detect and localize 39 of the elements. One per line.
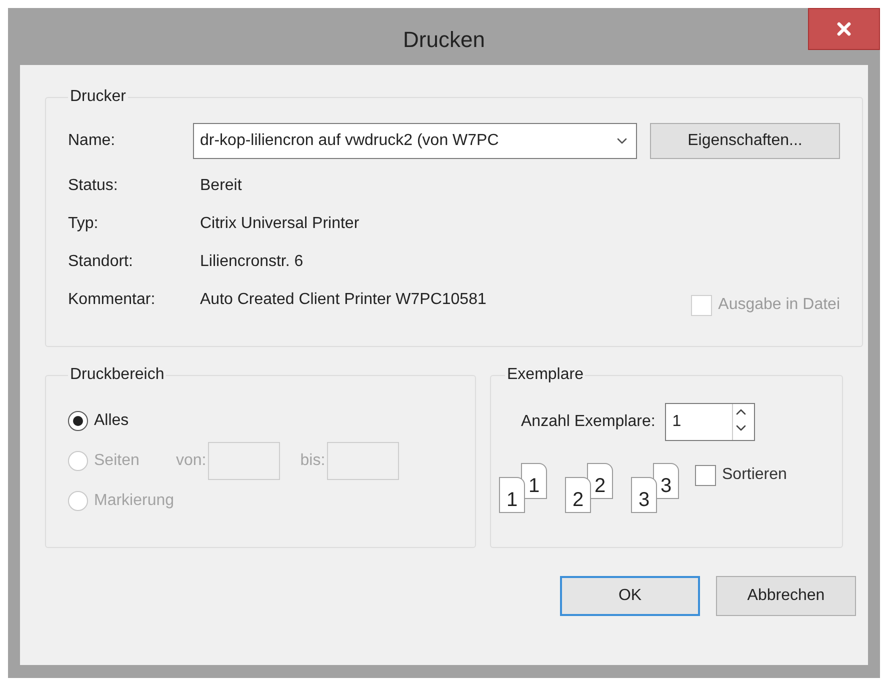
info-value: Auto Created Client Printer W7PC10581 xyxy=(200,290,486,310)
page-icon: 1 xyxy=(499,477,525,513)
page-icon: 3 xyxy=(631,477,657,513)
properties-button[interactable]: Eigenschaften... xyxy=(650,123,840,159)
name-label: Name: xyxy=(68,131,116,151)
page-icon: 3 xyxy=(653,463,679,499)
checkbox-label: Sortieren xyxy=(722,465,787,485)
spinner-value: 1 xyxy=(671,412,682,432)
copies-spinner[interactable]: 1 xyxy=(665,403,756,441)
page-icon: 2 xyxy=(587,463,613,499)
checkbox-label: Ausgabe in Datei xyxy=(718,295,840,315)
to-label: bis: xyxy=(300,451,326,471)
copies-label: Anzahl Exemplare: xyxy=(521,412,656,432)
dropdown-value: dr-kop-liliencron auf vwdruck2 (von W7PC xyxy=(200,131,500,151)
radio-label: Alles xyxy=(94,411,130,431)
page-icon: 1 xyxy=(521,463,547,499)
info-value: Bereit xyxy=(200,176,242,196)
close-button[interactable] xyxy=(808,8,880,50)
info-label: Status: xyxy=(68,176,119,196)
radio-label: Seiten xyxy=(94,451,140,471)
info-value: Citrix Universal Printer xyxy=(200,214,360,234)
from-label: von: xyxy=(176,451,206,471)
to-page-field[interactable] xyxy=(327,442,400,480)
group-title: Exemplare xyxy=(506,365,584,385)
from-page-field[interactable] xyxy=(208,442,280,480)
dialog-button[interactable]: OK xyxy=(560,576,700,616)
info-value: Liliencronstr. 6 xyxy=(200,252,304,272)
radio-button[interactable] xyxy=(68,411,88,431)
group-title: Druckbereich xyxy=(69,365,166,385)
info-label: Typ: xyxy=(68,214,100,234)
info-label: Standort: xyxy=(68,252,134,272)
window-title: Drucken xyxy=(402,26,486,54)
printer-dropdown[interactable]: dr-kop-liliencron auf vwdruck2 (von W7PC xyxy=(193,123,637,159)
dialog-button[interactable]: Abbrechen xyxy=(716,576,856,616)
page-icon: 2 xyxy=(565,477,591,513)
group-title: Drucker xyxy=(69,87,128,107)
info-label: Kommentar: xyxy=(68,290,156,310)
checkbox[interactable] xyxy=(695,464,716,486)
radio-label: Markierung xyxy=(94,491,174,511)
